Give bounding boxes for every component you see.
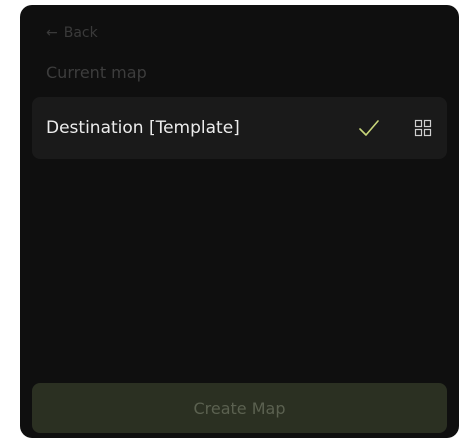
section-title: Current map [46, 63, 147, 82]
create-map-button[interactable]: Create Map [32, 383, 447, 433]
grid-icon[interactable] [414, 119, 432, 137]
check-icon [359, 120, 379, 136]
back-button[interactable]: ← Back [46, 23, 98, 43]
map-panel: ← Back Current map Destination [Template… [20, 5, 459, 438]
back-label: Back [63, 25, 98, 41]
create-map-label: Create Map [193, 398, 286, 418]
back-arrow-icon: ← [46, 25, 58, 41]
map-name: Destination [Template] [46, 118, 240, 138]
map-list-item[interactable]: Destination [Template] [32, 97, 447, 159]
